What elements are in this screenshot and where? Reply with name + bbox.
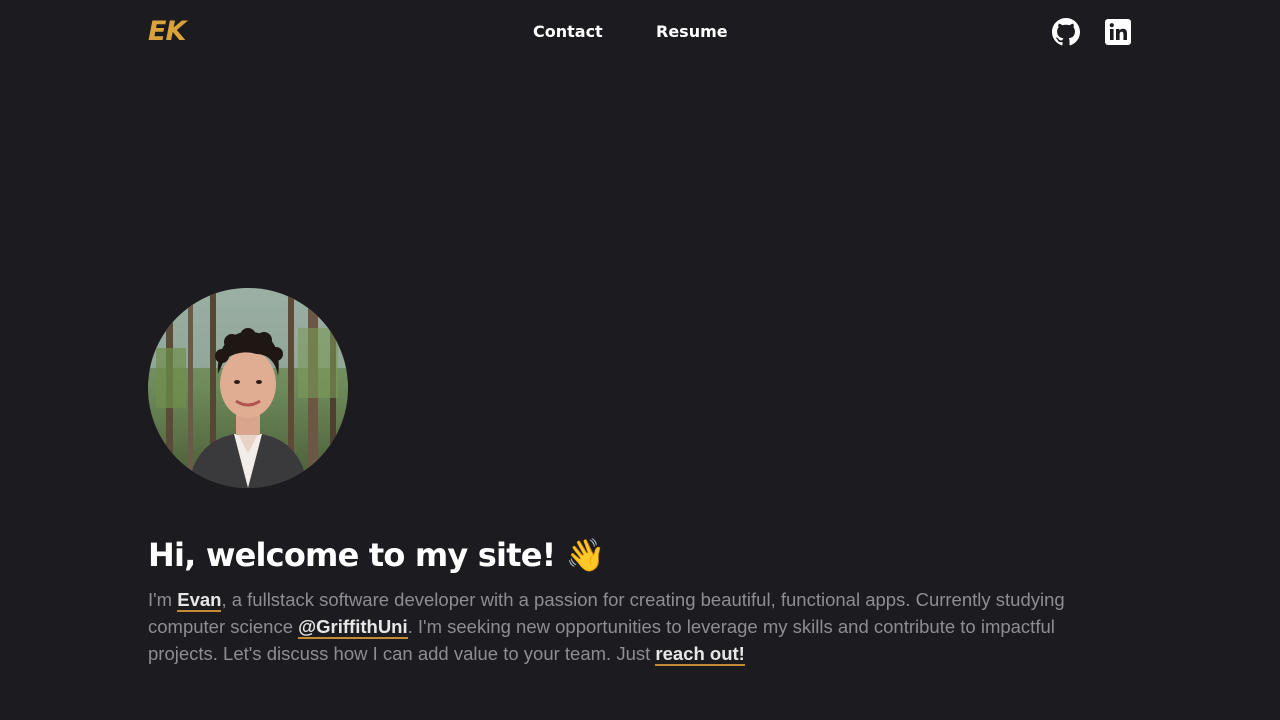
- waving-hand-emoji: 👋: [565, 536, 606, 574]
- nav-link-resume[interactable]: Resume: [656, 22, 728, 42]
- griffith-uni-link[interactable]: @GriffithUni: [298, 616, 408, 639]
- github-icon: [1052, 18, 1080, 46]
- welcome-heading: Hi, welcome to my site! 👋: [148, 534, 606, 576]
- intro-paragraph: I'm Evan, a fullstack software developer…: [148, 586, 1123, 667]
- site-header: EK Contact Resume: [0, 0, 1280, 64]
- logo-link[interactable]: EK: [148, 16, 186, 48]
- profile-avatar: [148, 288, 348, 488]
- linkedin-link[interactable]: [1104, 18, 1132, 46]
- linkedin-icon: [1104, 18, 1132, 46]
- github-link[interactable]: [1052, 18, 1080, 46]
- name-link[interactable]: Evan: [177, 589, 222, 612]
- nav-link-contact[interactable]: Contact: [533, 22, 603, 42]
- profile-photo: [148, 288, 348, 488]
- intro-text-1: I'm: [148, 589, 178, 610]
- welcome-heading-text: Hi, welcome to my site!: [148, 536, 556, 574]
- reach-out-link[interactable]: reach out!: [655, 643, 745, 666]
